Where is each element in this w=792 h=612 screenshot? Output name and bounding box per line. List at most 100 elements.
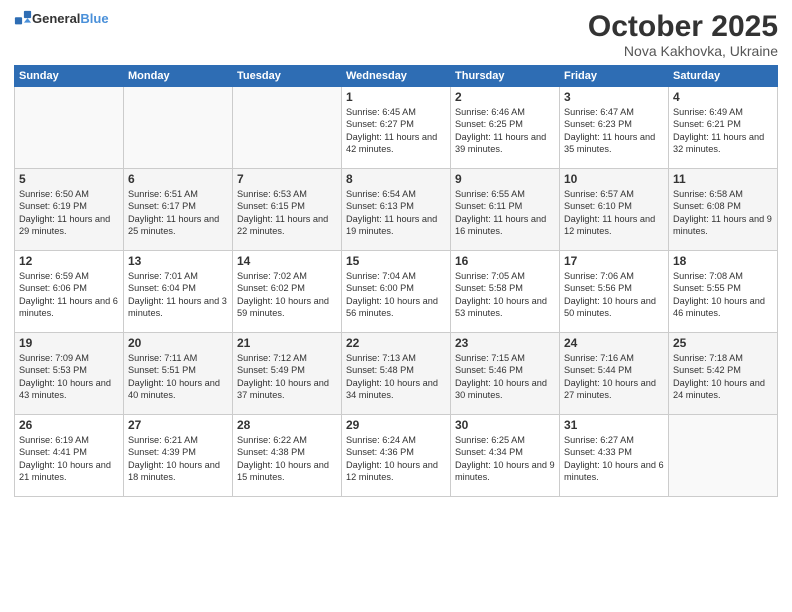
day-info: Sunrise: 7:16 AM Sunset: 5:44 PM Dayligh… (564, 352, 664, 402)
day-number: 27 (128, 418, 228, 432)
day-info: Sunrise: 7:18 AM Sunset: 5:42 PM Dayligh… (673, 352, 773, 402)
calendar-day-cell: 25 Sunrise: 7:18 AM Sunset: 5:42 PM Dayli… (669, 333, 778, 415)
day-number: 29 (346, 418, 446, 432)
weekday-header-row: SundayMondayTuesdayWednesdayThursdayFrid… (15, 66, 778, 87)
day-info: Sunrise: 6:19 AM Sunset: 4:41 PM Dayligh… (19, 434, 119, 484)
day-info: Sunrise: 7:13 AM Sunset: 5:48 PM Dayligh… (346, 352, 446, 402)
calendar-day-cell: 20 Sunrise: 7:11 AM Sunset: 5:51 PM Dayli… (124, 333, 233, 415)
day-number: 3 (564, 90, 664, 104)
day-number: 25 (673, 336, 773, 350)
day-number: 12 (19, 254, 119, 268)
calendar-day-cell: 9Sunrise: 6:55 AM Sunset: 6:11 PM Daylig… (451, 169, 560, 251)
day-info: Sunrise: 6:27 AM Sunset: 4:33 PM Dayligh… (564, 434, 664, 484)
day-number: 1 (346, 90, 446, 104)
day-number: 31 (564, 418, 664, 432)
day-info: Sunrise: 7:12 AM Sunset: 5:49 PM Dayligh… (237, 352, 337, 402)
day-number: 18 (673, 254, 773, 268)
day-info: Sunrise: 6:58 AM Sunset: 6:08 PM Dayligh… (673, 188, 773, 238)
day-number: 9 (455, 172, 555, 186)
calendar-day-cell: 31 Sunrise: 6:27 AM Sunset: 4:33 PM Dayli… (560, 415, 669, 497)
day-info: Sunrise: 6:57 AM Sunset: 6:10 PM Dayligh… (564, 188, 664, 238)
calendar-day-cell: 15Sunrise: 7:04 AM Sunset: 6:00 PM Dayli… (342, 251, 451, 333)
day-info: Sunrise: 6:54 AM Sunset: 6:13 PM Dayligh… (346, 188, 446, 238)
calendar-day-cell: 13Sunrise: 7:01 AM Sunset: 6:04 PM Dayli… (124, 251, 233, 333)
calendar-day-cell: 16 Sunrise: 7:05 AM Sunset: 5:58 PM Dayli… (451, 251, 560, 333)
calendar-day-cell: 27Sunrise: 6:21 AM Sunset: 4:39 PM Dayli… (124, 415, 233, 497)
day-info: Sunrise: 7:09 AM Sunset: 5:53 PM Dayligh… (19, 352, 119, 402)
logo-general: General (32, 12, 80, 26)
weekday-header: Saturday (669, 66, 778, 87)
day-info: Sunrise: 6:50 AM Sunset: 6:19 PM Dayligh… (19, 188, 119, 238)
title-block: October 2025 Nova Kakhovka, Ukraine (588, 10, 778, 59)
weekday-header: Tuesday (233, 66, 342, 87)
day-number: 23 (455, 336, 555, 350)
calendar-week-row: 5 Sunrise: 6:50 AM Sunset: 6:19 PM Daylig… (15, 169, 778, 251)
day-number: 2 (455, 90, 555, 104)
calendar-day-cell: 30Sunrise: 6:25 AM Sunset: 4:34 PM Dayli… (451, 415, 560, 497)
day-info: Sunrise: 6:45 AM Sunset: 6:27 PM Dayligh… (346, 106, 446, 156)
day-info: Sunrise: 7:08 AM Sunset: 5:55 PM Dayligh… (673, 270, 773, 320)
day-number: 16 (455, 254, 555, 268)
day-info: Sunrise: 7:05 AM Sunset: 5:58 PM Dayligh… (455, 270, 555, 320)
calendar-week-row: 12 Sunrise: 6:59 AM Sunset: 6:06 PM Dayli… (15, 251, 778, 333)
calendar-day-cell: 19Sunrise: 7:09 AM Sunset: 5:53 PM Dayli… (15, 333, 124, 415)
logo: GeneralBlue (14, 10, 109, 28)
weekday-header: Thursday (451, 66, 560, 87)
calendar-day-cell: 4 Sunrise: 6:49 AM Sunset: 6:21 PM Daylig… (669, 87, 778, 169)
day-info: Sunrise: 6:49 AM Sunset: 6:21 PM Dayligh… (673, 106, 773, 156)
day-number: 26 (19, 418, 119, 432)
day-number: 17 (564, 254, 664, 268)
calendar-day-cell (669, 415, 778, 497)
day-number: 4 (673, 90, 773, 104)
calendar-day-cell: 8 Sunrise: 6:54 AM Sunset: 6:13 PM Daylig… (342, 169, 451, 251)
calendar-week-row: 26 Sunrise: 6:19 AM Sunset: 4:41 PM Dayli… (15, 415, 778, 497)
day-number: 7 (237, 172, 337, 186)
calendar-day-cell: 28 Sunrise: 6:22 AM Sunset: 4:38 PM Dayli… (233, 415, 342, 497)
day-number: 28 (237, 418, 337, 432)
calendar-day-cell: 23Sunrise: 7:15 AM Sunset: 5:46 PM Dayli… (451, 333, 560, 415)
day-number: 14 (237, 254, 337, 268)
general-blue-icon (14, 10, 32, 28)
calendar-day-cell: 26 Sunrise: 6:19 AM Sunset: 4:41 PM Dayli… (15, 415, 124, 497)
day-number: 21 (237, 336, 337, 350)
day-info: Sunrise: 6:47 AM Sunset: 6:23 PM Dayligh… (564, 106, 664, 156)
day-info: Sunrise: 7:06 AM Sunset: 5:56 PM Dayligh… (564, 270, 664, 320)
day-number: 20 (128, 336, 228, 350)
day-info: Sunrise: 7:11 AM Sunset: 5:51 PM Dayligh… (128, 352, 228, 402)
calendar-day-cell: 2 Sunrise: 6:46 AM Sunset: 6:25 PM Daylig… (451, 87, 560, 169)
day-info: Sunrise: 7:04 AM Sunset: 6:00 PM Dayligh… (346, 270, 446, 320)
calendar-table: SundayMondayTuesdayWednesdayThursdayFrid… (14, 65, 778, 497)
calendar-day-cell: 11 Sunrise: 6:58 AM Sunset: 6:08 PM Dayli… (669, 169, 778, 251)
day-info: Sunrise: 6:46 AM Sunset: 6:25 PM Dayligh… (455, 106, 555, 156)
calendar-day-cell: 10 Sunrise: 6:57 AM Sunset: 6:10 PM Dayli… (560, 169, 669, 251)
calendar-day-cell: 21 Sunrise: 7:12 AM Sunset: 5:49 PM Dayli… (233, 333, 342, 415)
day-number: 5 (19, 172, 119, 186)
day-number: 22 (346, 336, 446, 350)
calendar-day-cell (233, 87, 342, 169)
day-info: Sunrise: 6:22 AM Sunset: 4:38 PM Dayligh… (237, 434, 337, 484)
location-title: Nova Kakhovka, Ukraine (588, 43, 778, 59)
day-number: 11 (673, 172, 773, 186)
weekday-header: Friday (560, 66, 669, 87)
day-info: Sunrise: 6:24 AM Sunset: 4:36 PM Dayligh… (346, 434, 446, 484)
calendar-day-cell: 24Sunrise: 7:16 AM Sunset: 5:44 PM Dayli… (560, 333, 669, 415)
calendar-week-row: 19Sunrise: 7:09 AM Sunset: 5:53 PM Dayli… (15, 333, 778, 415)
weekday-header: Sunday (15, 66, 124, 87)
calendar-day-cell: 1 Sunrise: 6:45 AM Sunset: 6:27 PM Daylig… (342, 87, 451, 169)
day-info: Sunrise: 6:59 AM Sunset: 6:06 PM Dayligh… (19, 270, 119, 320)
calendar-day-cell: 5 Sunrise: 6:50 AM Sunset: 6:19 PM Daylig… (15, 169, 124, 251)
day-number: 8 (346, 172, 446, 186)
calendar-day-cell (124, 87, 233, 169)
day-info: Sunrise: 6:51 AM Sunset: 6:17 PM Dayligh… (128, 188, 228, 238)
day-number: 6 (128, 172, 228, 186)
weekday-header: Wednesday (342, 66, 451, 87)
calendar-day-cell: 3 Sunrise: 6:47 AM Sunset: 6:23 PM Daylig… (560, 87, 669, 169)
calendar-day-cell (15, 87, 124, 169)
day-info: Sunrise: 7:01 AM Sunset: 6:04 PM Dayligh… (128, 270, 228, 320)
calendar-day-cell: 6 Sunrise: 6:51 AM Sunset: 6:17 PM Daylig… (124, 169, 233, 251)
header: GeneralBlue October 2025 Nova Kakhovka, … (14, 10, 778, 59)
day-number: 10 (564, 172, 664, 186)
page-container: GeneralBlue October 2025 Nova Kakhovka, … (0, 0, 792, 507)
calendar-week-row: 1 Sunrise: 6:45 AM Sunset: 6:27 PM Daylig… (15, 87, 778, 169)
calendar-day-cell: 7Sunrise: 6:53 AM Sunset: 6:15 PM Daylig… (233, 169, 342, 251)
